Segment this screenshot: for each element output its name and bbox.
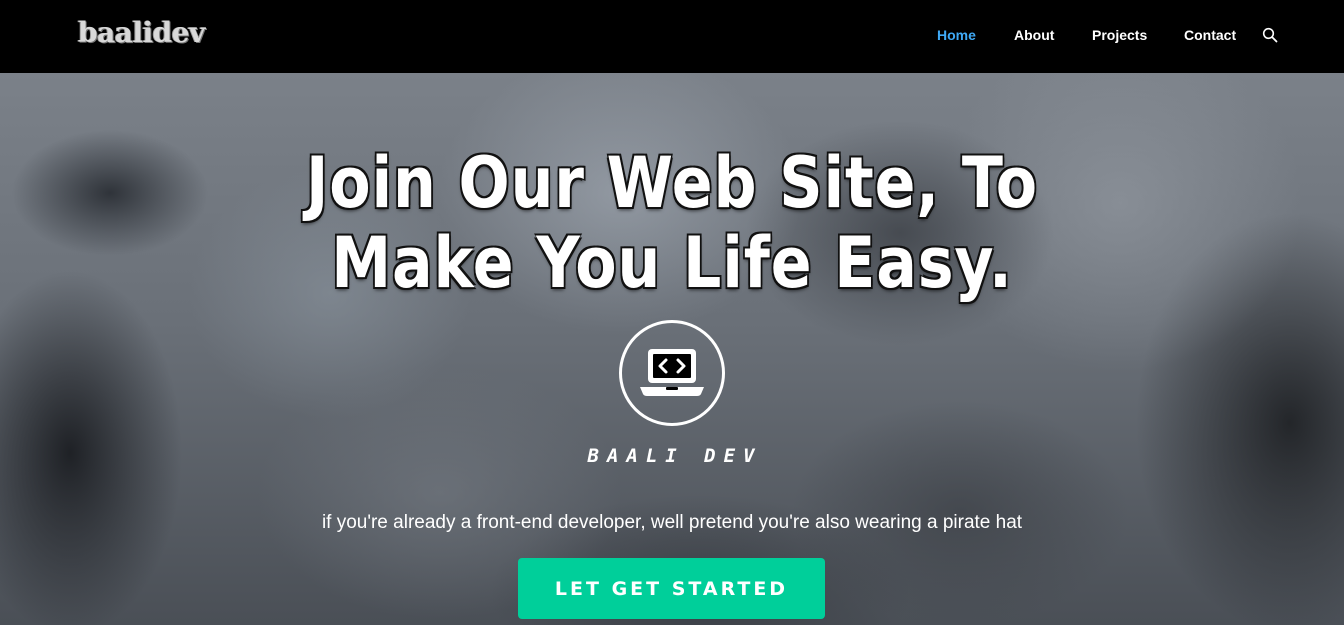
laptop-code-icon <box>619 320 725 426</box>
nav-link-contact[interactable]: Contact <box>1184 27 1236 43</box>
hero-section: Join Our Web Site, To Make You Life Easy… <box>0 73 1344 625</box>
search-icon[interactable] <box>1262 27 1278 43</box>
brand-name: BAALI DEV <box>587 445 763 467</box>
nav-link-about[interactable]: About <box>1014 27 1054 43</box>
hero-tagline: if you're already a front-end developer,… <box>321 512 1023 533</box>
hero-title-line1: Join Our Web Site, To <box>306 142 1038 224</box>
hero-title: Join Our Web Site, To Make You Life Easy… <box>94 143 1250 303</box>
navbar: baalidev Home About Projects Contact <box>0 0 1344 73</box>
hero-title-line2: Make You Life Easy. <box>331 222 1013 304</box>
nav-link-home[interactable]: Home <box>937 27 976 43</box>
get-started-button[interactable]: LET GET STARTED <box>518 558 825 619</box>
site-logo[interactable]: baalidev <box>78 16 205 49</box>
nav-link-projects[interactable]: Projects <box>1092 27 1147 43</box>
